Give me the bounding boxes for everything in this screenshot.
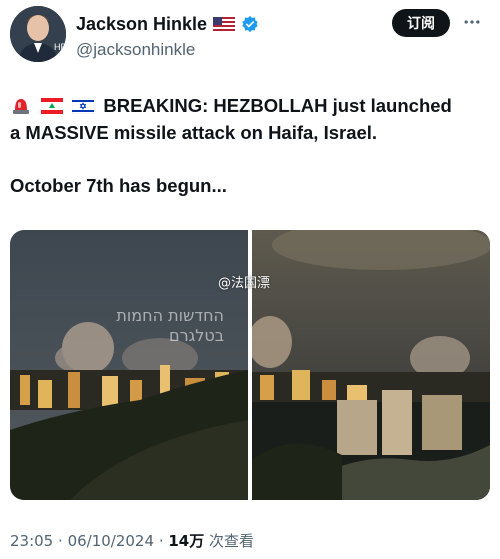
author-name-row: Jackson Hinkle bbox=[76, 13, 259, 35]
image-overlay-text: החדשות החמות בטלגרם bbox=[104, 306, 224, 346]
views-count: 14万 bbox=[168, 532, 205, 550]
meta-separator: · bbox=[158, 532, 169, 550]
author-handle[interactable]: @jacksonhinkle bbox=[76, 40, 195, 60]
tweet-line-3: October 7th has begun... bbox=[10, 175, 227, 196]
tweet-text: BREAKING: HEZBOLLAH just launched a MASS… bbox=[10, 92, 490, 199]
siren-icon bbox=[10, 94, 32, 114]
tweet-time[interactable]: 23:05 bbox=[10, 532, 53, 550]
tweet-line-1: BREAKING: HEZBOLLAH just launched bbox=[10, 92, 490, 119]
views-label: 次查看 bbox=[209, 532, 255, 550]
israel-flag-icon bbox=[72, 94, 95, 115]
verified-badge-icon[interactable] bbox=[241, 15, 259, 33]
image-overlay-line-2: בטלגרם bbox=[169, 326, 224, 345]
tweet-date[interactable]: 06/10/2024 bbox=[68, 532, 154, 550]
meta-separator: · bbox=[58, 532, 68, 550]
more-options-icon[interactable] bbox=[460, 10, 484, 34]
photo-right[interactable] bbox=[252, 230, 490, 500]
author-name[interactable]: Jackson Hinkle bbox=[76, 13, 207, 35]
tweet-line-1-text: BREAKING: HEZBOLLAH just launched bbox=[103, 95, 452, 116]
image-watermark: @法国漂 bbox=[218, 276, 271, 291]
tweet-meta: 23:05 · 06/10/2024 · 14万 次查看 bbox=[10, 530, 254, 551]
avatar[interactable]: HB bbox=[10, 6, 66, 62]
lebanon-flag-icon bbox=[41, 94, 64, 114]
subscribe-button[interactable]: 订阅 bbox=[392, 9, 450, 37]
tweet-line-2: a MASSIVE missile attack on Haifa, Israe… bbox=[10, 122, 378, 143]
photo-left[interactable] bbox=[10, 230, 248, 500]
tweet-header: HB Jackson Hinkle @jacksonhinkle 订阅 bbox=[10, 6, 490, 62]
us-flag-icon bbox=[213, 17, 236, 31]
avatar-overlay-text: HB bbox=[54, 42, 66, 52]
image-overlay-line-1: החדשות החמות bbox=[116, 306, 224, 325]
tweet-media[interactable] bbox=[10, 230, 490, 500]
